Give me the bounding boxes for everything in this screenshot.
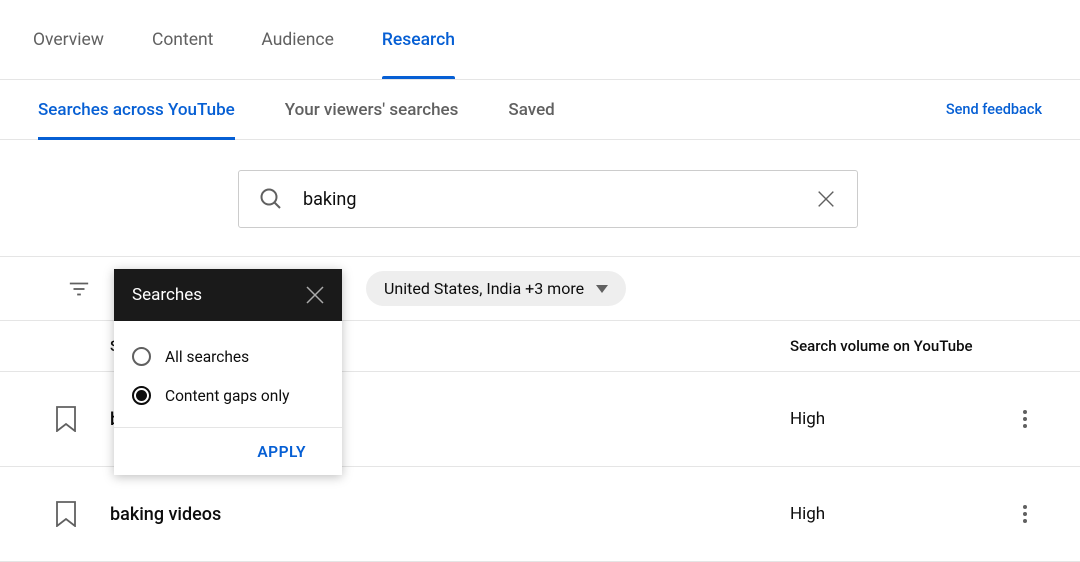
- popover-footer: APPLY: [114, 427, 342, 475]
- chip-label: United States, India +3 more: [384, 279, 584, 298]
- more-options-button[interactable]: [1010, 410, 1040, 428]
- tab-research[interactable]: Research: [382, 0, 455, 79]
- radio-label: Content gaps only: [165, 387, 289, 405]
- tab-overview[interactable]: Overview: [33, 0, 104, 79]
- region-filter-chip[interactable]: United States, India +3 more: [366, 271, 626, 306]
- sub-tabs: Searches across YouTube Your viewers' se…: [38, 80, 555, 140]
- result-term: baking videos: [110, 504, 790, 525]
- tab-audience[interactable]: Audience: [261, 0, 333, 79]
- result-row: baking videos High: [0, 467, 1080, 562]
- radio-icon: [132, 347, 151, 366]
- subtab-viewers-searches[interactable]: Your viewers' searches: [285, 80, 459, 140]
- search-input[interactable]: [303, 189, 795, 210]
- subtab-searches-across[interactable]: Searches across YouTube: [38, 80, 235, 140]
- close-icon[interactable]: [306, 286, 324, 304]
- clear-icon[interactable]: [815, 188, 837, 210]
- bookmark-icon[interactable]: [55, 501, 77, 527]
- chevron-down-icon: [596, 285, 608, 293]
- popover-title: Searches: [132, 285, 202, 305]
- apply-button[interactable]: APPLY: [257, 443, 306, 461]
- search-box[interactable]: [238, 170, 858, 228]
- radio-all-searches[interactable]: All searches: [132, 337, 324, 376]
- search-icon: [259, 187, 283, 211]
- radio-label: All searches: [165, 348, 249, 366]
- searches-filter-popover: Searches All searches Content gaps only …: [114, 269, 342, 475]
- result-volume: High: [790, 504, 1010, 524]
- send-feedback-link[interactable]: Send feedback: [946, 101, 1042, 118]
- search-area: [0, 140, 1080, 257]
- filter-icon[interactable]: [68, 278, 90, 300]
- subtab-saved[interactable]: Saved: [508, 80, 554, 140]
- sub-tab-bar: Searches across YouTube Your viewers' se…: [0, 80, 1080, 140]
- radio-icon: [132, 386, 151, 405]
- tab-content[interactable]: Content: [152, 0, 213, 79]
- result-volume: High: [790, 409, 1010, 429]
- column-search-volume: Search volume on YouTube: [790, 337, 1010, 355]
- more-options-button[interactable]: [1010, 505, 1040, 523]
- radio-content-gaps[interactable]: Content gaps only: [132, 376, 324, 415]
- main-tabs: Overview Content Audience Research: [0, 0, 1080, 80]
- popover-header: Searches: [114, 269, 342, 321]
- bookmark-icon[interactable]: [55, 406, 77, 432]
- popover-body: All searches Content gaps only: [114, 321, 342, 427]
